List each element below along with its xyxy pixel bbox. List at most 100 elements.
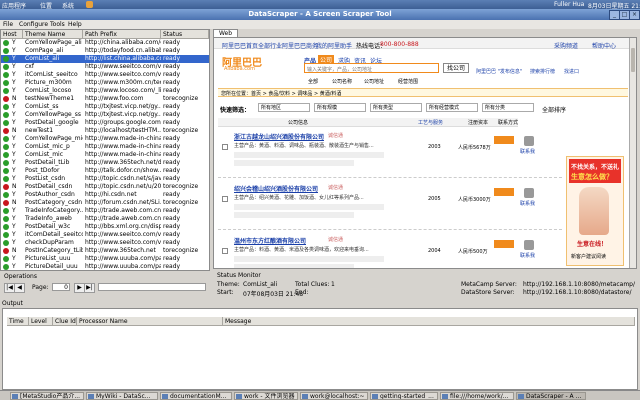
contact-icon[interactable] [524, 240, 534, 250]
web-page-view[interactable]: 阿里巴巴首页 全部行业 阿里巴巴商务 我的阿里助手 热线电话： 800-800-… [213, 37, 637, 269]
table-row[interactable]: Y ComList_mic http://www.made-in-china... r… [1, 151, 209, 159]
radio-all[interactable]: 全部 [308, 78, 318, 85]
contact-icon[interactable] [524, 136, 534, 146]
contact-icon[interactable] [524, 188, 534, 198]
filter-select[interactable]: 所有分类 [482, 103, 534, 112]
column-header-theme[interactable]: Theme Name [23, 30, 83, 39]
column-header-processor[interactable]: Processor Name [77, 317, 223, 326]
web-page-scrollbar[interactable] [629, 38, 636, 268]
top-link[interactable]: 采购频道 [554, 41, 578, 50]
table-row[interactable]: Y ComYellowPage_mic http://www.made-in-chi… [1, 135, 209, 143]
contact-link[interactable]: 联系我 [520, 200, 535, 207]
table-row[interactable]: Y PictureList_uuu http://www.uuuba.com/pa.… [1, 255, 209, 263]
menu-configure[interactable]: Configure [19, 21, 48, 28]
column-header-clue-id[interactable]: Clue Id [53, 317, 77, 326]
table-row[interactable]: Y ComList_locoso http://www.locoso.com/_li… [1, 87, 209, 95]
column-header-path[interactable]: Path Prefix [83, 30, 161, 39]
table-row[interactable]: YitComDetail_seeitco http://www.seeitco.c… [1, 231, 209, 239]
column-header-message[interactable]: Message [223, 317, 635, 326]
table-row[interactable]: Ycxf http://www.seeitco.com/vi%...ready [1, 63, 209, 71]
taskbar-item[interactable]: getting-started_... [370, 392, 438, 400]
column-header-status[interactable]: Status [161, 30, 209, 39]
table-row[interactable]: Y ComList_ss http://txjtest.vicp.net/gy...… [1, 103, 209, 111]
filter-select[interactable]: 所有类型 [370, 103, 422, 112]
top-link[interactable]: 阿里巴巴首页 [222, 41, 258, 50]
menu-help[interactable]: Help [68, 21, 82, 28]
company-listing[interactable]: 浙江古越龙山绍兴酒股份有限公司 诚信通 主营产品：黄酒、料酒、调味品、瓶装酒、散… [218, 130, 562, 178]
table-row[interactable]: Y ComYellowPage_ali http://china.alibaba.c… [1, 39, 209, 47]
top-link[interactable]: 我的阿里助手 [316, 41, 352, 50]
taskbar-item[interactable]: documentationM... [160, 392, 232, 400]
radio-company-name[interactable]: 公司名称 [332, 78, 352, 85]
search-input[interactable]: 输入关键字，产品，公司地址 [304, 63, 439, 73]
quick-link[interactable]: 搜索排行榜 [530, 68, 555, 75]
column-header-time[interactable]: Time [7, 317, 29, 326]
table-row[interactable]: NnewTest1 http://localhost/testHTM... tore… [1, 127, 209, 135]
advertisement[interactable]: 不找关系，不送礼 生意怎么做？ 生意在线！ 新客户建议阅读 [566, 156, 624, 266]
radio-business-scope[interactable]: 经营范围 [398, 78, 418, 85]
taskbar-item[interactable]: work - 文件浏览器 [234, 392, 298, 400]
taskbar-item[interactable]: DataScraper - A ... [516, 392, 586, 400]
prev-page-button[interactable]: ◀ [14, 283, 25, 293]
radio-company-address[interactable]: 公司地址 [364, 78, 384, 85]
taskbar-item[interactable]: file:///home/work/... [440, 392, 514, 400]
company-name[interactable]: 温州市东方红酿酒有限公司 [234, 236, 306, 245]
table-row[interactable]: Y ComList_ali http://list.china.alibaba.co… [1, 55, 209, 63]
top-link[interactable]: 阿里巴巴商务 [282, 41, 318, 50]
table-row[interactable]: Y Picture_m300m http://www.m300m.cn/tech..… [1, 79, 209, 87]
contact-link[interactable]: 联系我 [520, 148, 535, 155]
taskbar-item[interactable]: MyWiki - DataSc... [86, 392, 158, 400]
table-row[interactable]: Y PostDetail_tLib http://www.365tech.net/d… [1, 159, 209, 167]
tab-web-page[interactable]: Web Page [213, 29, 238, 45]
host-table[interactable]: Host Theme Name Path Prefix Status Y ComY… [0, 29, 210, 271]
alibaba-logo[interactable]: 阿里巴巴 Alibaba.com [222, 54, 266, 72]
close-button[interactable]: × [629, 10, 640, 20]
launcher-icon[interactable] [86, 1, 93, 8]
table-row[interactable]: Y Post_tDofor http://talk.dofor.cn/show...… [1, 167, 209, 175]
select-checkbox[interactable] [222, 196, 228, 202]
table-row[interactable]: Y PostDetail_w3c http://bbs.xml.org.cn/dis… [1, 223, 209, 231]
filter-select[interactable]: 所有地区 [258, 103, 310, 112]
table-row[interactable]: Y TradeInfoCategory... http://trade.aweb.c… [1, 207, 209, 215]
table-row[interactable]: Y PostList_csdn http://topic.csdn.net/s/ja… [1, 175, 209, 183]
table-row[interactable]: Y PostDetail_google http://groups.google.c… [1, 119, 209, 127]
table-row[interactable]: NtestNewTheme1 http://www.foo.com torecogn… [1, 95, 209, 103]
contact-link[interactable]: 联系我 [520, 252, 535, 259]
company-name[interactable]: 浙江古越龙山绍兴酒股份有限公司 [234, 132, 324, 141]
table-row[interactable]: Y ComList_mic_p http://www.made-in-china..… [1, 143, 209, 151]
top-link[interactable]: 帮助中心 [592, 41, 616, 50]
sort-label[interactable]: 全部排序 [542, 105, 566, 114]
menu-file[interactable]: File [3, 21, 13, 28]
list-header-service[interactable]: 工艺与服务 [418, 119, 443, 126]
table-row[interactable]: Y ComPage_ali http://todayfood.cn.alibab..… [1, 47, 209, 55]
taskbar-item[interactable]: work@localhost:~ [300, 392, 368, 400]
table-row[interactable]: N PostInCategory_tLib http://www.365tech.n… [1, 247, 209, 255]
table-row[interactable]: YcheckDupParam http://www.seeitco.com/vi%… [1, 239, 209, 247]
search-button[interactable]: 找公司 [443, 63, 469, 73]
taskbar-item[interactable]: [MetaStudio产品介... [10, 392, 84, 400]
table-row[interactable]: N PostCategory_csdn http://forum.csdn.net/… [1, 199, 209, 207]
menu-tools[interactable]: Tools [50, 21, 65, 28]
quick-link[interactable]: 阿里巴巴 "发布信息" [476, 68, 522, 75]
column-header-level[interactable]: Level [29, 317, 53, 326]
table-row[interactable]: Y TradeInfo_aweb http://trade.aweb.com.cn/… [1, 215, 209, 223]
table-row[interactable]: Y PostAuthor_csdn http://hi.csdn.net ready [1, 191, 209, 199]
table-row[interactable]: Y ComYellowPage_ss http://txjtest.vicp.net… [1, 111, 209, 119]
table-row[interactable]: YitComList_seeitco http://www.seeitco.com… [1, 71, 209, 79]
page-input[interactable]: 0 [52, 283, 70, 291]
filter-select[interactable]: 所有规模 [314, 103, 366, 112]
quick-link[interactable]: 找进口 [564, 68, 579, 75]
company-listing[interactable]: 温州市东方红酿酒有限公司 诚信通 主营产品：料酒、黄酒、米酒及各类调味酒，欢迎来… [218, 234, 562, 268]
column-header-host[interactable]: Host [1, 30, 23, 39]
output-table[interactable]: Time Level Clue Id Processor Name Messag… [2, 308, 638, 390]
user-name[interactable]: Fuller Hua [554, 1, 584, 8]
top-link[interactable]: 全部行业 [258, 41, 282, 50]
table-row[interactable]: Y PictureDetail_uuu http://www.uuuba.com/p… [1, 263, 209, 270]
table-row[interactable]: N PostDetail_csdn http://topic.csdn.net/u/… [1, 183, 209, 191]
company-listing[interactable]: 绍兴会稽山绍兴酒股份有限公司 诚信通 主营产品：绍兴黄酒、花雕、加饭酒、女儿红等… [218, 182, 562, 230]
last-page-button[interactable]: ▶| [84, 283, 95, 293]
company-name[interactable]: 绍兴会稽山绍兴酒股份有限公司 [234, 184, 318, 193]
select-checkbox[interactable] [222, 248, 228, 254]
filter-select[interactable]: 所有经营模式 [426, 103, 478, 112]
select-checkbox[interactable] [222, 144, 228, 150]
